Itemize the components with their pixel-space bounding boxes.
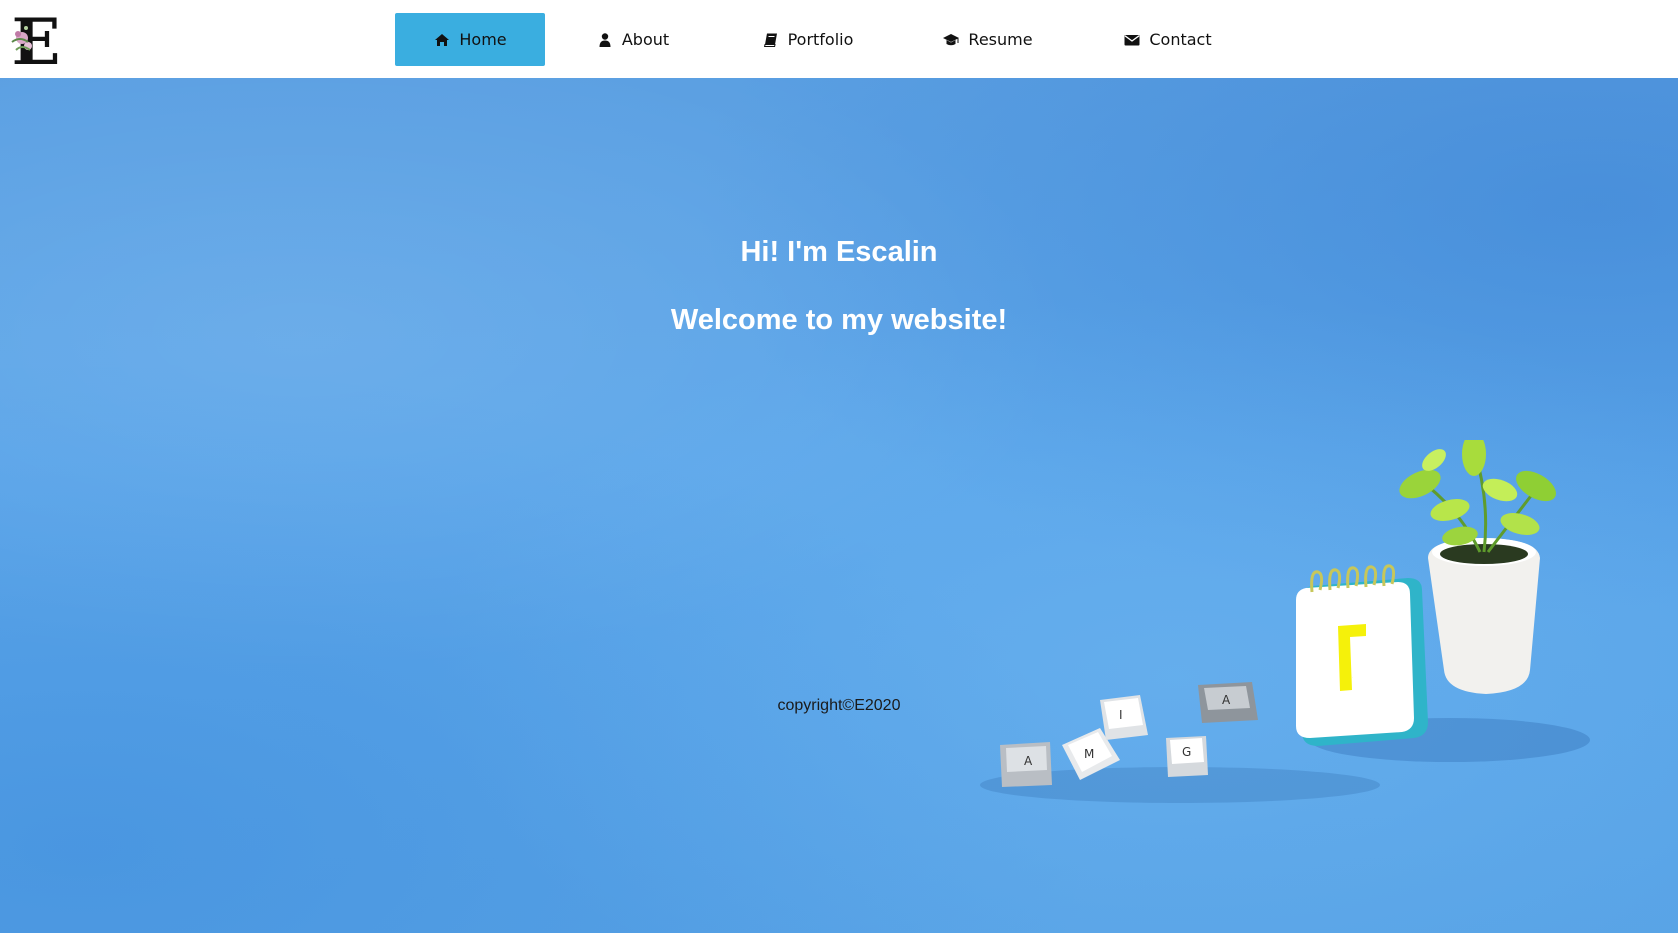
nav-menu: Home About Portfolio Resume Contact [395,13,1255,66]
keycap-a-2: A [1198,682,1258,723]
keycap-i: I [1100,695,1148,740]
nav-item-label: Home [459,30,507,49]
page: E Home About Portfolio Resume Contact Hi… [0,0,1678,933]
nav-item-about[interactable]: About [545,13,720,66]
nav-item-resume[interactable]: Resume [895,13,1080,66]
home-icon [433,32,451,48]
graduation-cap-icon [942,32,960,48]
envelope-icon [1123,32,1141,48]
keycap-a-1: A [1000,742,1052,787]
logo-letter-e-floral-icon: E [11,6,60,70]
svg-text:A: A [1222,693,1231,707]
nav-item-label: About [621,30,670,49]
nav-item-portfolio[interactable]: Portfolio [720,13,895,66]
keycap-g: G [1166,736,1208,777]
user-icon [596,32,614,48]
nav-item-label: Portfolio [787,30,854,49]
nav-item-label: Resume [968,30,1033,49]
site-logo[interactable]: E [6,6,66,70]
nav-item-contact[interactable]: Contact [1080,13,1255,66]
svg-text:M: M [1084,747,1094,761]
notepad: Γ [1296,564,1428,746]
decorative-illustration: A M I G A Γ [980,440,1600,810]
nav-item-home[interactable]: Home [395,13,545,66]
top-navbar: E Home About Portfolio Resume Contact [0,0,1678,78]
svg-text:G: G [1182,745,1191,759]
nav-item-label: Contact [1149,30,1212,49]
hero-subtitle: Welcome to my website! [670,304,1008,336]
hero-title: Hi! I'm Escalin [740,236,938,268]
book-icon [762,32,780,48]
svg-text:A: A [1024,754,1033,768]
svg-text:I: I [1119,708,1123,722]
